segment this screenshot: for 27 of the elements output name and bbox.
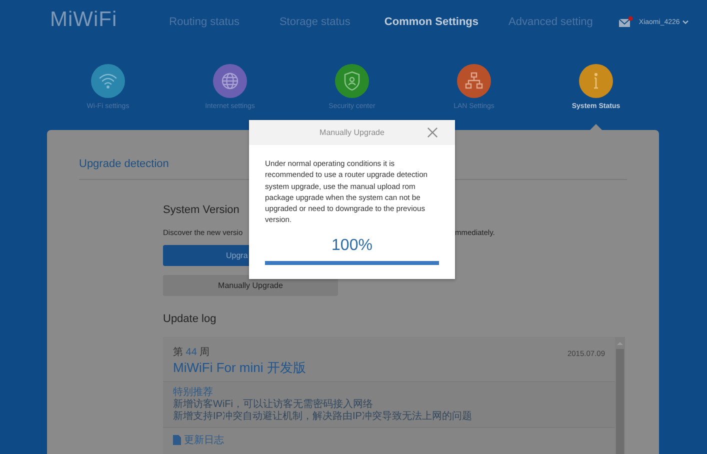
mail-icon[interactable] [618, 16, 633, 28]
dialog-title: Manually Upgrade [320, 128, 384, 137]
shield-icon [335, 64, 369, 98]
logo: MiWiFi [50, 8, 118, 32]
wifi-icon [91, 64, 125, 98]
card-title: Upgrade detection [79, 158, 169, 170]
nav-link[interactable]: Routing status [169, 16, 240, 28]
close-icon[interactable] [427, 127, 438, 138]
nav-link[interactable]: Common Settings [384, 16, 479, 28]
document-icon [173, 435, 181, 445]
manual-upgrade-button[interactable]: Manually Upgrade [163, 275, 338, 296]
changelog-heading: 更新日志 [184, 434, 224, 447]
info-icon [579, 64, 613, 98]
feature-heading: 特别推荐 [173, 386, 214, 398]
feature-line: 新增支持IP冲突自动避让机制，解决路由IP冲突导致无法上网的问题 [173, 411, 473, 423]
network-icon [457, 64, 491, 98]
section-title: System Version [163, 204, 240, 216]
chevron-down-icon [682, 20, 689, 24]
section-title: Update log [163, 313, 216, 325]
scrollbar[interactable] [615, 337, 625, 454]
release-title: MiWiFi For mini 开发版 [173, 359, 306, 377]
globe-icon [213, 64, 247, 98]
nav-link[interactable]: Storage status [279, 16, 350, 28]
nav-link[interactable]: Advanced setting [508, 16, 593, 28]
feature-line: 新增访客WiFi，可以让访客无需密码接入网络 [173, 399, 374, 410]
progress-percent: 100% [330, 236, 374, 255]
week-label: 第 44 周 [173, 346, 211, 359]
